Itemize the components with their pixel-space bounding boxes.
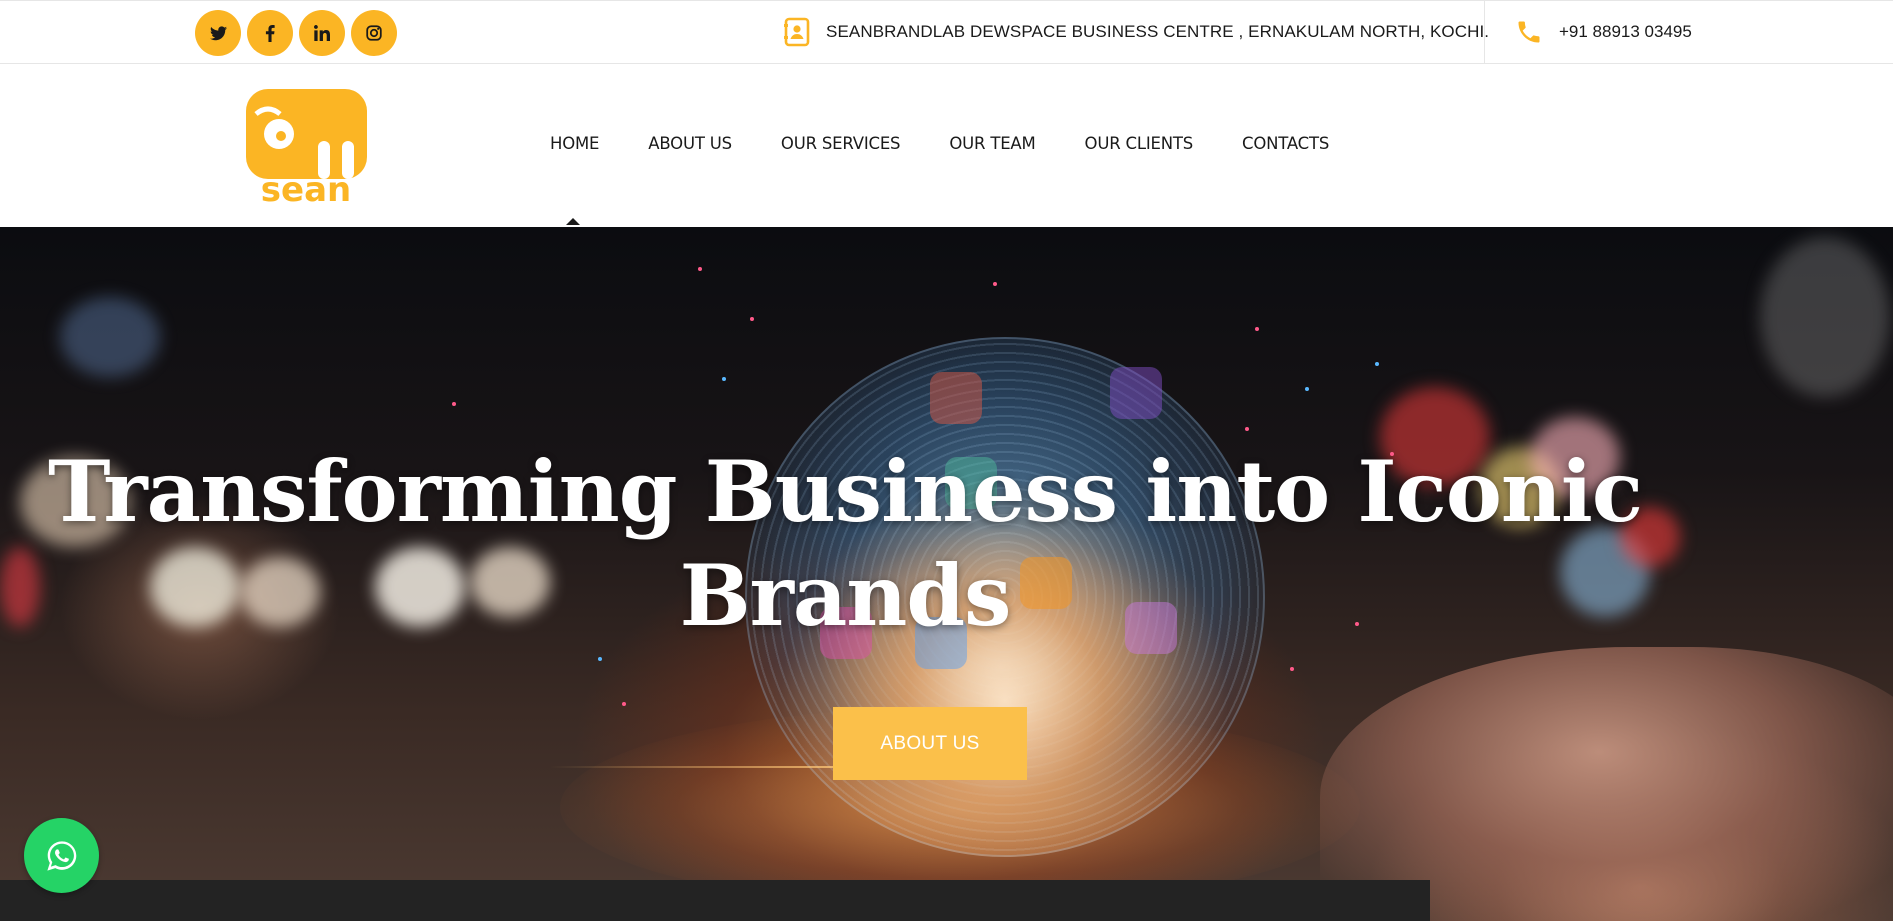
sparkle [1290, 667, 1294, 671]
phone-number[interactable]: +91 88913 03495 [1559, 22, 1692, 42]
whatsapp-icon [46, 840, 76, 871]
site-header: sean HOME ABOUT US OUR SERVICES OUR TEAM… [0, 64, 1893, 227]
sparkle [1375, 362, 1379, 366]
facebook-link[interactable] [247, 10, 293, 56]
sparkle [698, 267, 702, 271]
sparkle [1245, 427, 1249, 431]
nav-our-services[interactable]: OUR SERVICES [781, 134, 901, 153]
about-us-button[interactable]: ABOUT US [833, 707, 1027, 780]
facebook-icon [265, 24, 275, 42]
twitter-icon [209, 25, 227, 40]
active-nav-indicator [566, 218, 580, 225]
nav-contacts[interactable]: CONTACTS [1242, 134, 1329, 153]
linkedin-link[interactable] [299, 10, 345, 56]
nav-home[interactable]: HOME [550, 134, 599, 153]
sparkle [722, 377, 726, 381]
page: SEANBRANDLAB DEWSPACE BUSINESS CENTRE , … [0, 0, 1893, 921]
sparkle [622, 702, 626, 706]
hero-headline: Transforming Business into Iconic Brands [0, 440, 1690, 648]
whatsapp-button[interactable] [24, 818, 99, 893]
address-info: SEANBRANDLAB DEWSPACE BUSINESS CENTRE , … [784, 15, 1489, 49]
nav-about-us[interactable]: ABOUT US [648, 134, 732, 153]
instagram-link[interactable] [351, 10, 397, 56]
phone-icon [1518, 21, 1540, 43]
twitter-link[interactable] [195, 10, 241, 56]
bokeh-light [1760, 237, 1890, 397]
main-nav: HOME ABOUT US OUR SERVICES OUR TEAM OUR … [550, 134, 1378, 153]
top-bar: SEANBRANDLAB DEWSPACE BUSINESS CENTRE , … [0, 0, 1893, 65]
hero-banner: Transforming Business into Iconic Brands… [0, 227, 1893, 921]
sparkle [598, 657, 602, 661]
bokeh-light [60, 297, 160, 377]
contact-card-icon [784, 17, 810, 47]
hero-headline-line2: Brands [679, 546, 1012, 645]
sparkle [993, 282, 997, 286]
sparkle [1255, 327, 1259, 331]
section-strip [0, 880, 1430, 921]
linkedin-icon [314, 25, 330, 41]
app-tile [1110, 367, 1162, 419]
hero-headline-line1: Transforming Business into Iconic [48, 442, 1643, 541]
instagram-icon [366, 25, 382, 41]
phone-info: +91 88913 03495 [1515, 15, 1692, 49]
app-tile [930, 372, 982, 424]
sparkle [1305, 387, 1309, 391]
sean-logo[interactable]: sean [246, 89, 367, 205]
nav-our-team[interactable]: OUR TEAM [949, 134, 1035, 153]
topbar-divider [1484, 1, 1485, 65]
svg-text:sean: sean [261, 170, 351, 205]
nav-our-clients[interactable]: OUR CLIENTS [1085, 134, 1194, 153]
sparkle [750, 317, 754, 321]
sparkle [452, 402, 456, 406]
address-text: SEANBRANDLAB DEWSPACE BUSINESS CENTRE , … [826, 22, 1490, 41]
social-links [195, 10, 397, 56]
